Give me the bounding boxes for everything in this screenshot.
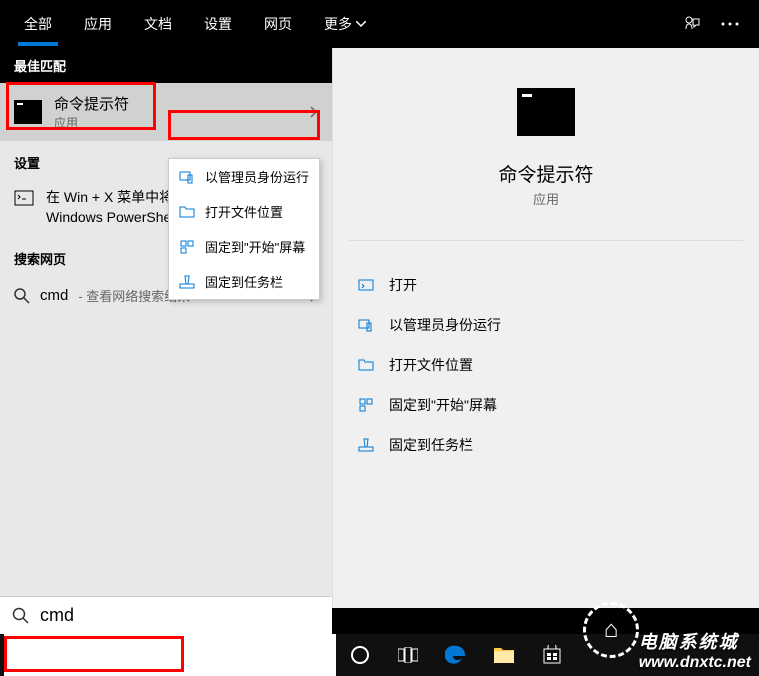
results-panel: 最佳匹配 命令提示符 应用 设置 在 Win + X 菜单中将命令提示符替换为 …: [0, 48, 332, 608]
header-actions: [683, 15, 751, 33]
header-bar: 全部 应用 文档 设置 网页 更多: [0, 0, 759, 48]
context-pin-taskbar[interactable]: 固定到任务栏: [169, 264, 319, 299]
store-icon[interactable]: [528, 634, 576, 676]
context-pin-start-label: 固定到"开始"屏幕: [205, 237, 305, 256]
admin-shield-icon: [357, 316, 375, 334]
task-view-icon[interactable]: [384, 634, 432, 676]
divider: [349, 240, 743, 241]
taskbar-search-area: [4, 634, 336, 676]
search-tabs: 全部 应用 文档 设置 网页 更多: [8, 2, 382, 46]
cmd-preview-icon: [517, 88, 575, 136]
file-explorer-icon[interactable]: [480, 634, 528, 676]
best-match-header: 最佳匹配: [0, 48, 332, 83]
action-run-admin[interactable]: 以管理员身份运行: [349, 305, 743, 345]
cortana-icon[interactable]: [336, 634, 384, 676]
watermark-logo: ⌂: [583, 602, 639, 658]
pin-start-icon: [179, 239, 195, 255]
taskbar-icons: [336, 634, 576, 676]
cmd-swap-icon: [14, 188, 34, 208]
context-run-admin[interactable]: 以管理员身份运行: [169, 159, 319, 194]
folder-icon: [357, 356, 375, 374]
tab-more-label: 更多: [324, 14, 352, 34]
action-pin-taskbar[interactable]: 固定到任务栏: [349, 425, 743, 465]
context-pin-start[interactable]: 固定到"开始"屏幕: [169, 229, 319, 264]
main-content: 最佳匹配 命令提示符 应用 设置 在 Win + X 菜单中将命令提示符替换为 …: [0, 48, 759, 608]
websearch-query: cmd: [40, 287, 68, 304]
context-run-admin-label: 以管理员身份运行: [205, 167, 309, 186]
preview-subtitle: 应用: [349, 189, 743, 228]
tab-all[interactable]: 全部: [8, 2, 68, 46]
tab-web[interactable]: 网页: [248, 2, 308, 46]
action-list: 打开 以管理员身份运行 打开文件位置 固定到"开始"屏幕 固定到任务栏: [349, 253, 743, 465]
chevron-right-icon[interactable]: [310, 106, 318, 118]
search-input[interactable]: [40, 605, 320, 626]
pin-start-icon: [357, 396, 375, 414]
watermark-url: www.dnxtc.net: [639, 654, 751, 672]
result-text: 命令提示符 应用: [54, 93, 129, 131]
pin-taskbar-icon: [179, 274, 195, 290]
chevron-down-icon: [356, 21, 366, 27]
more-options-icon[interactable]: [721, 22, 739, 26]
result-cmd[interactable]: 命令提示符 应用: [0, 83, 332, 141]
watermark-cn: 电脑系统城: [639, 628, 751, 654]
context-open-location[interactable]: 打开文件位置: [169, 194, 319, 229]
watermark: 电脑系统城 www.dnxtc.net: [639, 628, 751, 672]
action-pin-start[interactable]: 固定到"开始"屏幕: [349, 385, 743, 425]
action-open-location[interactable]: 打开文件位置: [349, 345, 743, 385]
admin-shield-icon: [179, 169, 195, 185]
tab-settings[interactable]: 设置: [188, 2, 248, 46]
action-run-admin-label: 以管理员身份运行: [389, 315, 501, 335]
action-open-location-label: 打开文件位置: [389, 355, 473, 375]
result-name: 命令提示符: [54, 93, 129, 114]
tab-apps[interactable]: 应用: [68, 2, 128, 46]
search-icon: [12, 607, 30, 625]
action-open[interactable]: 打开: [349, 265, 743, 305]
tab-more[interactable]: 更多: [308, 2, 382, 46]
context-menu: 以管理员身份运行 打开文件位置 固定到"开始"屏幕 固定到任务栏: [168, 158, 320, 300]
context-pin-taskbar-label: 固定到任务栏: [205, 272, 283, 291]
action-open-label: 打开: [389, 275, 417, 295]
pin-taskbar-icon: [357, 436, 375, 454]
open-icon: [357, 276, 375, 294]
cmd-icon: [14, 100, 42, 124]
tab-documents[interactable]: 文档: [128, 2, 188, 46]
context-open-location-label: 打开文件位置: [205, 202, 283, 221]
action-pin-taskbar-label: 固定到任务栏: [389, 435, 473, 455]
search-bar: [0, 596, 332, 634]
preview-title: 命令提示符: [349, 152, 743, 189]
preview-panel: 命令提示符 应用 打开 以管理员身份运行 打开文件位置 固定到"开始"屏幕: [332, 48, 759, 608]
folder-icon: [179, 204, 195, 220]
feedback-icon[interactable]: [683, 15, 701, 33]
preview-icon-wrap: [349, 72, 743, 152]
action-pin-start-label: 固定到"开始"屏幕: [389, 395, 497, 415]
edge-icon[interactable]: [432, 634, 480, 676]
result-type: 应用: [54, 114, 129, 131]
search-icon: [14, 288, 30, 304]
